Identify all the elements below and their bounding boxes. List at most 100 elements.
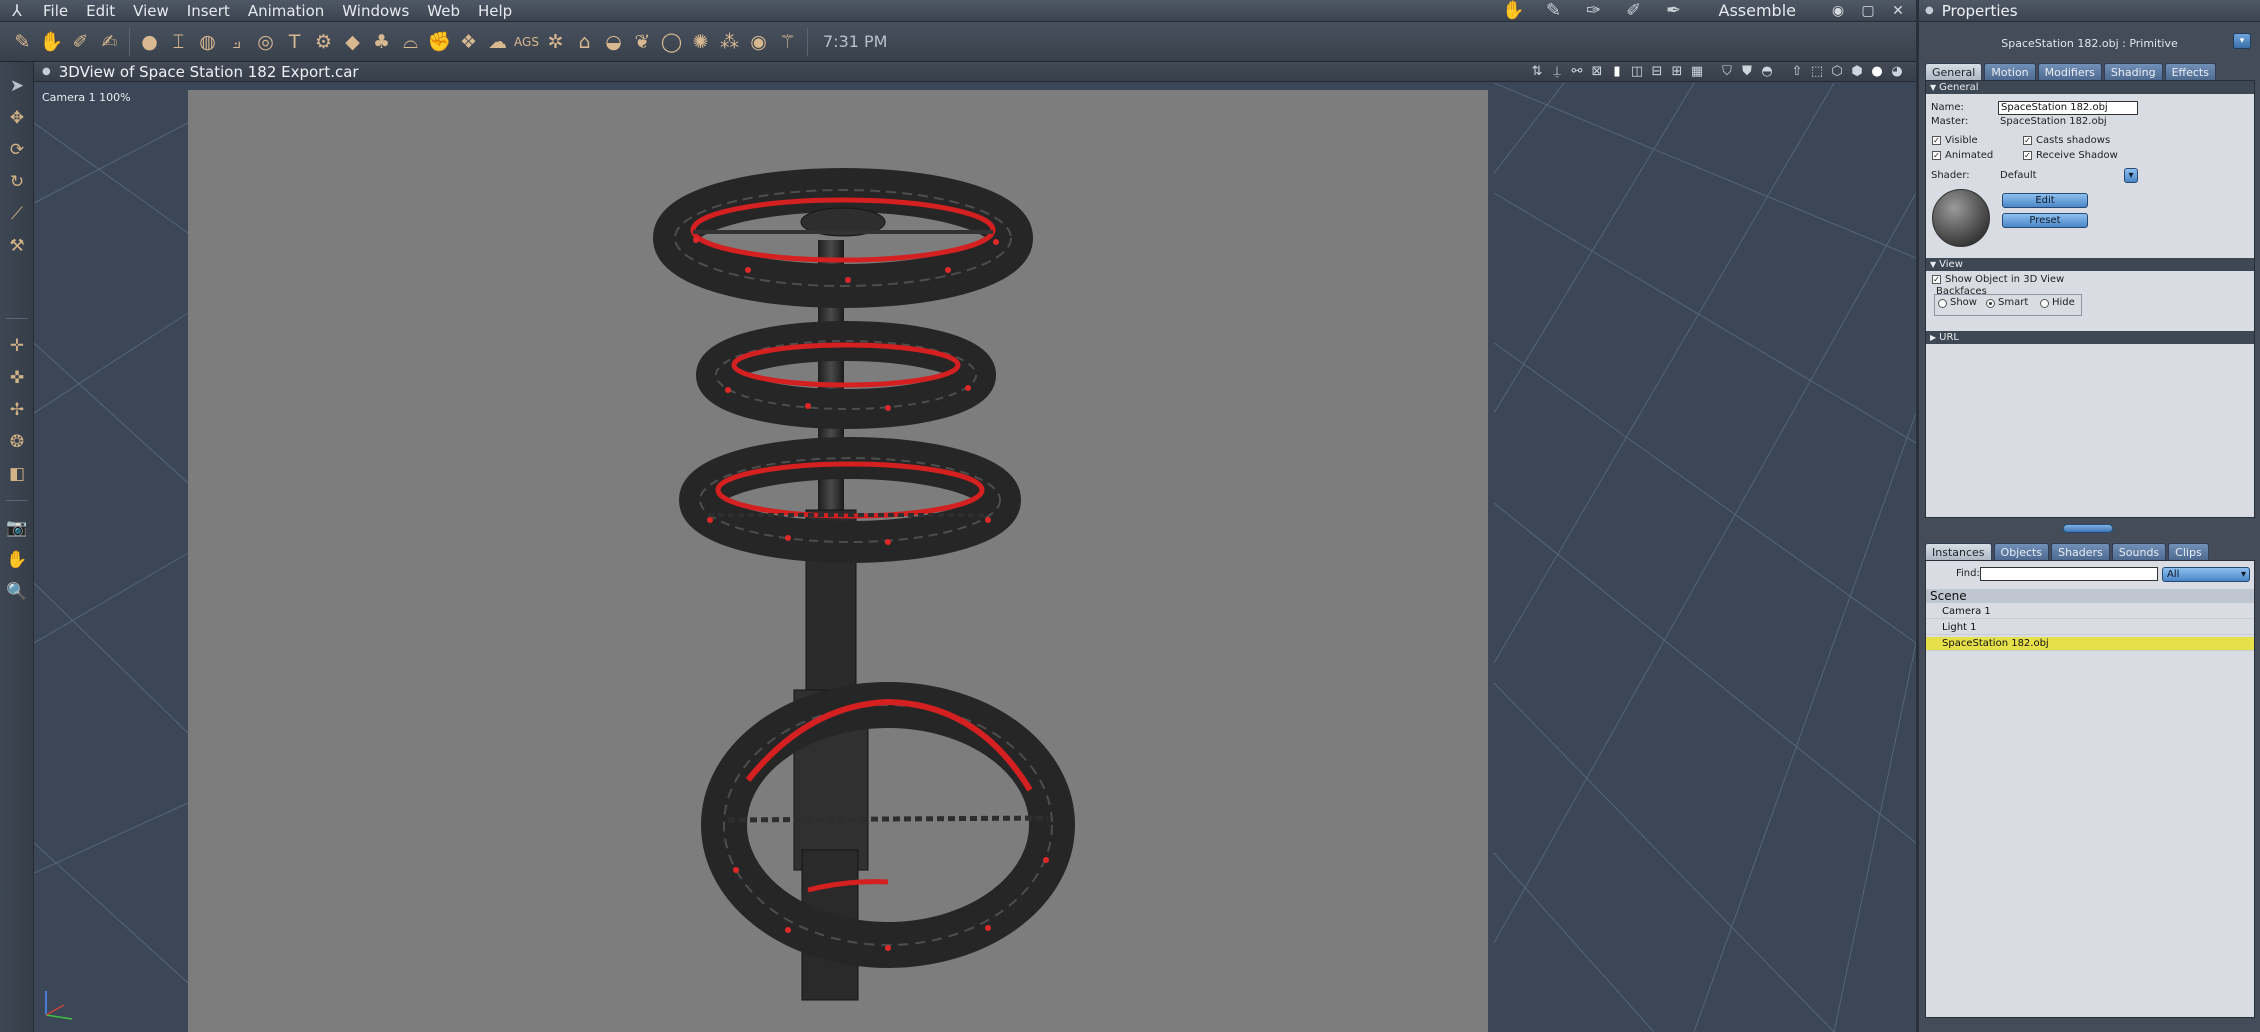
panel-menu-icon[interactable]: ● [42, 66, 51, 77]
tree-icon[interactable]: ♣ [367, 27, 396, 57]
tab-instances[interactable]: Instances [1925, 543, 1992, 560]
tree-item-camera[interactable]: Camera 1 [1926, 605, 2254, 619]
animated-checkbox[interactable]: ✓ [1932, 151, 1941, 160]
gear-icon[interactable]: ⚙ [309, 27, 338, 57]
show-in-3d-checkbox[interactable]: ✓ [1932, 275, 1941, 284]
menu-view[interactable]: View [124, 0, 178, 22]
menu-file[interactable]: File [34, 0, 77, 22]
tab-modifiers[interactable]: Modifiers [2037, 63, 2102, 80]
orbit-icon[interactable]: ❂ [3, 428, 31, 456]
sphere-primitive-icon[interactable]: ● [135, 27, 164, 57]
tab-objects[interactable]: Objects [1993, 543, 2050, 560]
twist-tool-icon[interactable]: ↻ [3, 168, 31, 196]
two-view-icon[interactable]: ◫ [1630, 64, 1644, 79]
space-station-model[interactable] [188, 90, 1488, 1032]
backfaces-show-radio[interactable] [1938, 299, 1947, 308]
name-field[interactable]: SpaceStation 182.obj [1998, 101, 2138, 115]
tab-general[interactable]: General [1925, 63, 1983, 80]
edit-shader-button[interactable]: Edit [2002, 193, 2088, 208]
globe-primitive-icon[interactable]: ◍ [193, 27, 222, 57]
find-input[interactable] [1980, 567, 2158, 581]
wand-icon[interactable]: ⚚ [773, 27, 802, 57]
leaf-icon[interactable]: ❦ [628, 27, 657, 57]
paint-icon[interactable]: ✍ [95, 27, 124, 57]
flip-icon[interactable]: ⇅ [1530, 64, 1544, 79]
backfaces-hide-radio[interactable] [2040, 299, 2049, 308]
network-icon[interactable]: ⚯ [1570, 64, 1584, 79]
dotted-box-icon[interactable]: ⬚ [1810, 64, 1824, 79]
pipe-icon[interactable]: ⟓ [222, 27, 251, 57]
move-horizontal-icon[interactable]: ✜ [3, 364, 31, 392]
grab-hand-icon[interactable]: ✋ [37, 27, 66, 57]
view-section-header[interactable]: ▼ View [1926, 258, 2254, 271]
hand-model-icon[interactable]: ✊ [425, 27, 454, 57]
torus-primitive-icon[interactable]: ◎ [251, 27, 280, 57]
terrain-icon[interactable]: ⌓ [396, 27, 425, 57]
wheel-icon[interactable]: ✲ [541, 27, 570, 57]
textured-sphere-icon[interactable]: ◕ [1890, 64, 1904, 79]
menu-animation[interactable]: Animation [239, 0, 333, 22]
panel-splitter-handle[interactable] [2063, 524, 2113, 533]
menu-edit[interactable]: Edit [77, 0, 124, 22]
grid-view-icon[interactable]: ▦ [1690, 64, 1704, 79]
shader-tree-icon[interactable]: ✎ [8, 27, 37, 57]
scene-root[interactable]: Scene [1926, 589, 2254, 603]
app-logo-icon[interactable]: ⅄ [0, 0, 34, 22]
move-vertical-icon[interactable]: ✢ [3, 396, 31, 424]
sparkle-icon[interactable]: ✺ [686, 27, 715, 57]
shader-dropdown-button[interactable]: ▾ [2124, 168, 2138, 183]
tab-shaders[interactable]: Shaders [2051, 543, 2110, 560]
tree-item-light[interactable]: Light 1 [1926, 621, 2254, 635]
tab-effects[interactable]: Effects [2164, 63, 2216, 80]
deform-icon[interactable]: ✐ [66, 27, 95, 57]
menu-windows[interactable]: Windows [333, 0, 418, 22]
taper-tool-icon[interactable]: ⟋ [3, 200, 31, 228]
solid-cube-icon[interactable]: ⬢ [1850, 64, 1864, 79]
three-view-icon[interactable]: ⊟ [1650, 64, 1664, 79]
eraser-room-icon[interactable]: ✒ [1659, 0, 1689, 21]
zoom-icon[interactable]: 🔍 [3, 578, 31, 606]
tab-motion[interactable]: Motion [1984, 63, 2036, 80]
casts-shadows-checkbox[interactable]: ✓ [2023, 136, 2032, 145]
visible-checkbox[interactable]: ✓ [1932, 136, 1941, 145]
tab-sounds[interactable]: Sounds [2111, 543, 2167, 560]
molecule-icon[interactable]: ⁂ [715, 27, 744, 57]
landscape-icon[interactable]: ❖ [454, 27, 483, 57]
pencil-room-icon[interactable]: ✐ [1619, 0, 1649, 21]
rotate-tool-icon[interactable]: ⟳ [3, 136, 31, 164]
box-icon[interactable]: ◧ [3, 460, 31, 488]
text-primitive-icon[interactable]: T [280, 27, 309, 57]
eye-icon[interactable]: ◉ [1828, 3, 1848, 19]
preset-shader-button[interactable]: Preset [2002, 213, 2088, 228]
minimize-icon[interactable]: ▢ [1858, 3, 1878, 19]
room-name[interactable]: Assemble [1719, 1, 1797, 20]
house-icon[interactable]: ⌂ [570, 27, 599, 57]
tab-clips[interactable]: Clips [2168, 543, 2209, 560]
brush-room-icon[interactable]: ✎ [1539, 0, 1569, 21]
ring-icon[interactable]: ◯ [657, 27, 686, 57]
panel-menu-icon[interactable]: ● [1925, 5, 1934, 16]
light-shield-icon[interactable]: ⛊ [1740, 64, 1754, 79]
filter-select[interactable]: All ▾ [2162, 567, 2250, 582]
url-section-header[interactable]: ▶ URL [1926, 331, 2254, 344]
3d-viewport[interactable]: Camera 1 100% [34, 83, 1916, 1032]
target-icon[interactable]: ◉ [744, 27, 773, 57]
shaded-sphere-icon[interactable]: ● [1870, 64, 1884, 79]
menu-insert[interactable]: Insert [178, 0, 239, 22]
camera-icon[interactable]: 📷 [3, 514, 31, 542]
four-view-icon[interactable]: ⊞ [1670, 64, 1684, 79]
move-tool-icon[interactable]: ✥ [3, 104, 31, 132]
close-icon[interactable]: ✕ [1888, 3, 1908, 19]
shield-icon[interactable]: ⛉ [1720, 64, 1734, 79]
properties-options-button[interactable]: ▾ [2233, 33, 2251, 49]
select-arrow-icon[interactable]: ➤ [3, 72, 31, 100]
pen-room-icon[interactable]: ✑ [1579, 0, 1609, 21]
tree-item-spacestation[interactable]: SpaceStation 182.obj [1926, 637, 2254, 651]
backfaces-smart-radio[interactable] [1986, 299, 1995, 308]
menu-help[interactable]: Help [469, 0, 521, 22]
menu-web[interactable]: Web [418, 0, 469, 22]
shader-preview-sphere[interactable] [1932, 189, 1990, 247]
hand-room-icon[interactable]: ✋ [1499, 0, 1529, 21]
helmet-icon[interactable]: ◓ [1760, 64, 1774, 79]
crosshair-icon[interactable]: ⊠ [1590, 64, 1604, 79]
